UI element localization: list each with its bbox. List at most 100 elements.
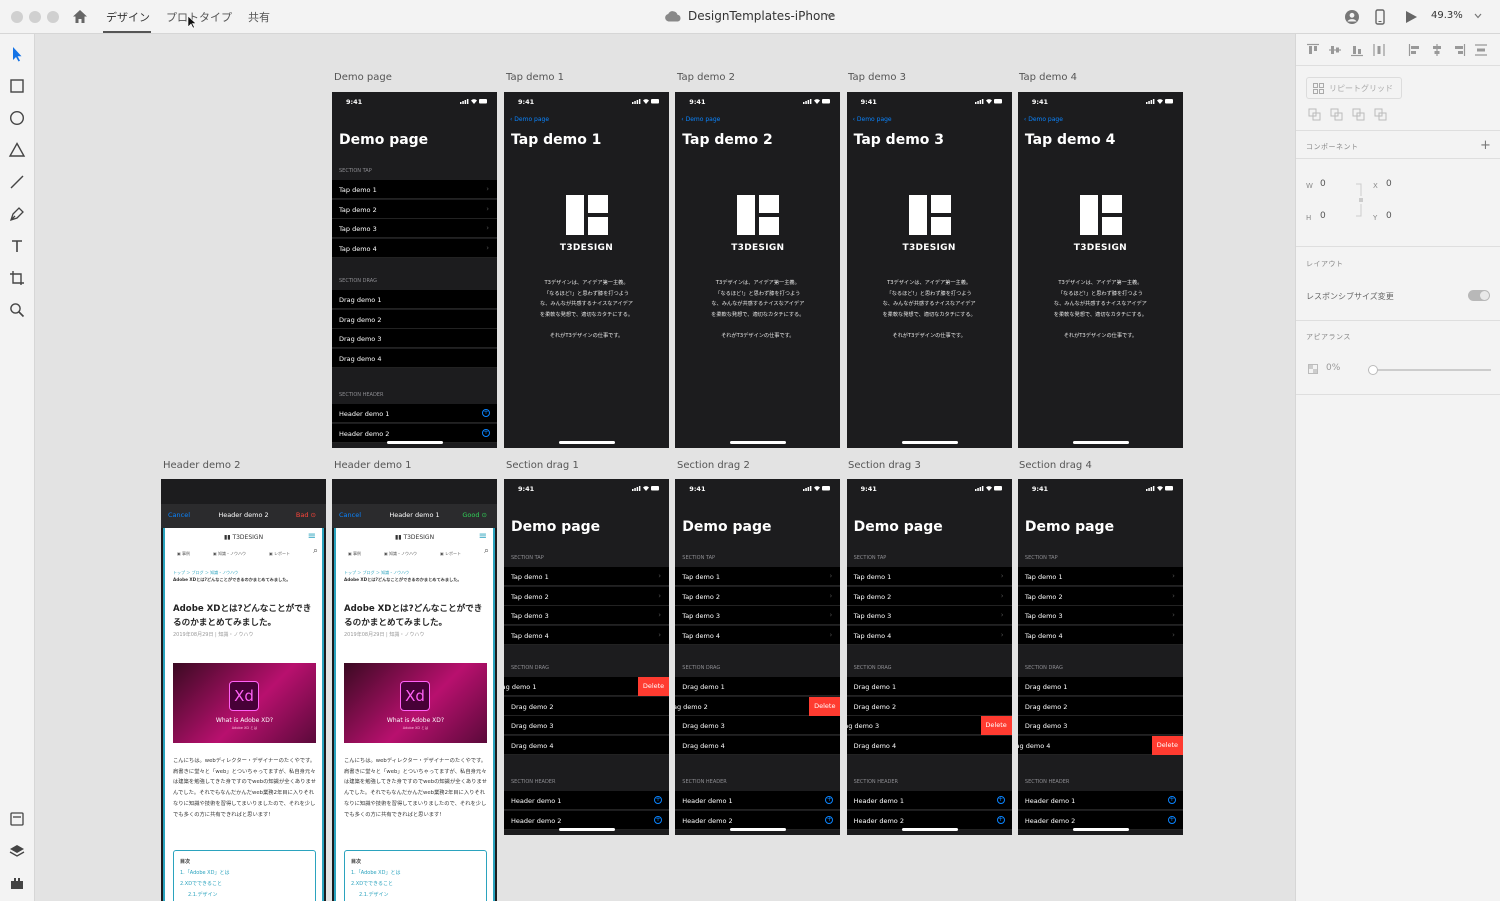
artboard-tap-demo[interactable]: 9:41 ‹ Demo page Tap demo 2 T3DESIGN T3デザインは… bbox=[675, 92, 841, 448]
tap-demo-row[interactable]: Tap demo 3 › bbox=[332, 219, 497, 238]
add-circle-icon[interactable]: + bbox=[654, 815, 662, 824]
artboard-label-header-demo-2[interactable]: Header demo 2 bbox=[163, 460, 241, 471]
tap-demo-row[interactable]: Tap demo 4 › bbox=[1017, 625, 1183, 645]
artboard-label-section-drag-2[interactable]: Section drag 2 bbox=[677, 460, 750, 471]
header-demo-row[interactable]: Header demo 1 + bbox=[504, 791, 669, 810]
artboard-label-section-drag-1[interactable]: Section drag 1 bbox=[506, 460, 579, 471]
artboard-header-demo[interactable]: Cancel Header demo 2 Bad ⊙ ▮▮ T3DESIGN ≡ ▣ 事例… bbox=[161, 479, 326, 901]
add-circle-icon[interactable]: + bbox=[654, 796, 662, 804]
drag-demo-row[interactable]: Drag demo 1 bbox=[1017, 677, 1183, 696]
align-bottom-icon[interactable] bbox=[1350, 43, 1364, 57]
drag-demo-row[interactable]: Drag demo 3 Delete bbox=[846, 716, 1012, 735]
delete-button[interactable]: Delete bbox=[638, 677, 669, 696]
header-demo-row[interactable]: Header demo 1 + bbox=[675, 791, 841, 810]
responsive-resize-toggle[interactable] bbox=[1468, 290, 1490, 301]
artboard-label-demo-page[interactable]: Demo page bbox=[334, 72, 392, 83]
tab-prototype[interactable]: プロトタイプ bbox=[166, 9, 232, 25]
tap-demo-row[interactable]: Tap demo 1 › bbox=[846, 567, 1012, 586]
window-close-button[interactable] bbox=[11, 11, 23, 23]
height-input[interactable]: 0 bbox=[1320, 211, 1326, 221]
drag-demo-row[interactable]: Drag demo 2 Delete bbox=[675, 696, 841, 716]
drag-demo-row[interactable]: Drag demo 1 bbox=[846, 677, 1012, 696]
nav-item[interactable]: ▣ レポート bbox=[269, 551, 290, 557]
header-demo-row[interactable]: Header demo 2 + bbox=[846, 810, 1012, 830]
drag-demo-row[interactable]: Drag demo 3 bbox=[675, 716, 841, 735]
header-demo-row[interactable]: Header demo 2 + bbox=[332, 423, 497, 443]
boolean-exclude-icon[interactable] bbox=[1374, 108, 1387, 121]
select-tool-icon[interactable] bbox=[8, 45, 26, 63]
delete-button[interactable]: Delete bbox=[980, 716, 1012, 735]
design-canvas[interactable]: Demo page Tap demo 1 Tap demo 2 Tap demo… bbox=[35, 34, 1295, 901]
add-circle-icon[interactable]: + bbox=[1167, 796, 1176, 804]
delete-button[interactable]: Delete bbox=[809, 696, 841, 716]
align-top-icon[interactable] bbox=[1306, 43, 1320, 57]
zoom-tool-icon[interactable] bbox=[8, 301, 26, 319]
menu-icon[interactable]: ≡ bbox=[308, 531, 316, 542]
add-circle-icon[interactable]: + bbox=[482, 428, 490, 437]
plugins-panel-icon[interactable] bbox=[8, 874, 26, 892]
align-center-icon[interactable] bbox=[1430, 43, 1444, 57]
window-zoom-button[interactable] bbox=[47, 11, 59, 23]
chevron-down-icon[interactable] bbox=[826, 13, 834, 19]
opacity-slider-thumb[interactable] bbox=[1368, 365, 1378, 375]
artboard-label-header-demo-1[interactable]: Header demo 1 bbox=[334, 460, 412, 471]
document-title[interactable]: DesignTemplates-iPhone bbox=[688, 9, 835, 23]
back-link[interactable]: ‹ Demo page bbox=[1024, 116, 1063, 123]
line-tool-icon[interactable] bbox=[8, 173, 26, 191]
rectangle-tool-icon[interactable] bbox=[8, 77, 26, 95]
add-circle-icon[interactable]: + bbox=[482, 409, 490, 417]
nav-item[interactable]: ▣ 知識・ノウハウ bbox=[384, 551, 417, 557]
width-input[interactable]: 0 bbox=[1320, 179, 1326, 189]
drag-demo-row[interactable]: Drag demo 2 bbox=[504, 696, 669, 716]
search-icon[interactable]: ⌕ bbox=[313, 546, 318, 556]
header-demo-row[interactable]: Header demo 1 + bbox=[332, 404, 497, 423]
menu-icon[interactable]: ≡ bbox=[479, 531, 487, 542]
zoom-chevron-down-icon[interactable] bbox=[1474, 13, 1482, 19]
artboard-demo-page[interactable]: 9:41 Demo page SECTION TAP Tap demo 1 › Tap d… bbox=[504, 479, 669, 835]
status-button[interactable]: Good ⊙ bbox=[462, 511, 487, 519]
nav-item[interactable]: ▣ 事例 bbox=[348, 551, 361, 557]
align-middle-icon[interactable] bbox=[1328, 43, 1342, 57]
text-tool-icon[interactable] bbox=[8, 237, 26, 255]
artboard-tap-demo[interactable]: 9:41 ‹ Demo page Tap demo 1 T3DESIGN T3デザインは… bbox=[504, 92, 669, 448]
artboard-tap-demo[interactable]: 9:41 ‹ Demo page Tap demo 4 T3DESIGN T3デザインは… bbox=[1017, 92, 1183, 448]
drag-demo-row[interactable]: Drag demo 1 bbox=[332, 290, 497, 309]
drag-demo-row[interactable]: Drag demo 4 bbox=[675, 735, 841, 755]
boolean-subtract-icon[interactable] bbox=[1330, 108, 1343, 121]
y-input[interactable]: 0 bbox=[1386, 211, 1392, 221]
nav-item[interactable]: ▣ レポート bbox=[440, 551, 461, 557]
artboard-label-tap-demo-3[interactable]: Tap demo 3 bbox=[848, 72, 906, 83]
drag-demo-row[interactable]: Drag demo 4 bbox=[846, 735, 1012, 755]
drag-demo-row[interactable]: Drag demo 1 bbox=[675, 677, 841, 696]
tap-demo-row[interactable]: Tap demo 1 › bbox=[504, 567, 669, 586]
search-icon[interactable]: ⌕ bbox=[484, 546, 489, 556]
add-circle-icon[interactable]: + bbox=[996, 815, 1005, 824]
distribute-horizontal-icon[interactable] bbox=[1372, 43, 1386, 57]
assets-panel-icon[interactable] bbox=[8, 810, 26, 828]
user-icon[interactable] bbox=[1344, 9, 1360, 25]
align-left-icon[interactable] bbox=[1408, 43, 1422, 57]
artboard-label-section-drag-4[interactable]: Section drag 4 bbox=[1019, 460, 1092, 471]
add-component-plus-icon[interactable]: + bbox=[1480, 138, 1491, 153]
add-circle-icon[interactable]: + bbox=[825, 815, 834, 824]
tap-demo-row[interactable]: Tap demo 3 › bbox=[504, 606, 669, 625]
mobile-preview-icon[interactable] bbox=[1375, 9, 1385, 25]
tap-demo-row[interactable]: Tap demo 1 › bbox=[1017, 567, 1183, 586]
polygon-tool-icon[interactable] bbox=[8, 141, 26, 159]
align-right-icon[interactable] bbox=[1452, 43, 1466, 57]
artboard-label-section-drag-3[interactable]: Section drag 3 bbox=[848, 460, 921, 471]
add-circle-icon[interactable]: + bbox=[996, 796, 1005, 804]
breadcrumb[interactable]: トップ ＞ ブログ ＞ 知識・ノウハウ bbox=[344, 570, 409, 576]
nav-item[interactable]: ▣ 知識・ノウハウ bbox=[213, 551, 246, 557]
tap-demo-row[interactable]: Tap demo 2 › bbox=[332, 199, 497, 219]
artboard-demo-page[interactable]: 9:41 Demo page SECTION TAP Tap demo 1 › Tap d… bbox=[675, 479, 841, 835]
tab-share[interactable]: 共有 bbox=[248, 9, 270, 25]
header-demo-row[interactable]: Header demo 2 + bbox=[504, 810, 669, 830]
status-button[interactable]: Bad ⊙ bbox=[296, 511, 316, 519]
back-link[interactable]: ‹ Demo page bbox=[681, 116, 720, 123]
boolean-add-icon[interactable] bbox=[1308, 108, 1321, 121]
drag-demo-row[interactable]: Drag demo 2 bbox=[846, 696, 1012, 716]
artboard-demo-page[interactable]: 9:41 Demo page SECTION TAP Tap demo 1 › Tap d… bbox=[846, 479, 1012, 835]
drag-demo-row[interactable]: Drag demo 3 bbox=[332, 329, 497, 348]
artboard-demo-page[interactable]: 9:41 Demo page SECTION TAP Tap demo 1 › Tap d… bbox=[1017, 479, 1183, 835]
